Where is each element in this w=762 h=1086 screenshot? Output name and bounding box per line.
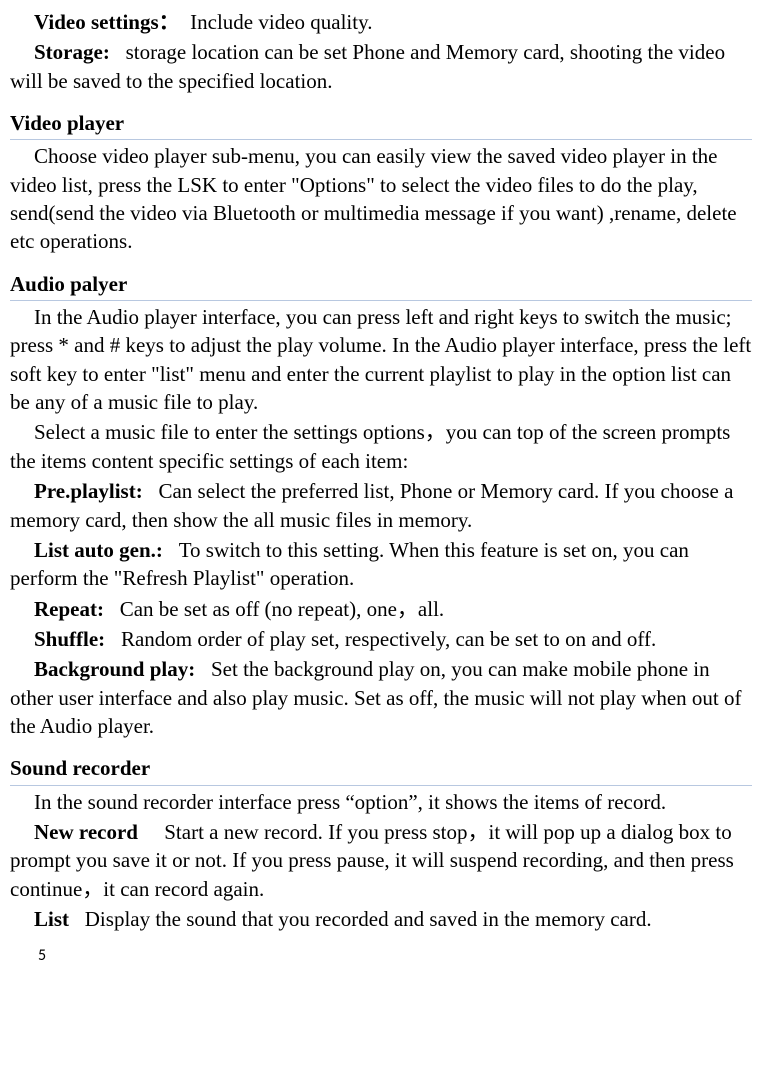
- repeat-label: Repeat:: [34, 597, 104, 621]
- new-record-label: New record: [34, 820, 138, 844]
- list-text: Display the sound that you recorded and …: [85, 907, 652, 931]
- storage-line: Storage: storage location can be set Pho…: [10, 38, 752, 95]
- video-player-heading: Video player: [10, 109, 752, 140]
- storage-label: Storage:: [34, 40, 110, 64]
- video-settings-label: Video settings：: [34, 10, 180, 34]
- list-auto-gen-line: List auto gen.: To switch to this settin…: [10, 536, 752, 593]
- shuffle-text: Random order of play set, respectively, …: [121, 627, 656, 651]
- new-record-line: New record Start a new record. If you pr…: [10, 818, 752, 903]
- repeat-text: Can be set as off (no repeat), one，all.: [120, 597, 444, 621]
- list-auto-gen-label: List auto gen.:: [34, 538, 163, 562]
- repeat-line: Repeat: Can be set as off (no repeat), o…: [10, 595, 752, 623]
- video-settings-line: Video settings： Include video quality.: [10, 8, 752, 36]
- shuffle-line: Shuffle: Random order of play set, respe…: [10, 625, 752, 653]
- video-settings-text: Include video quality.: [190, 10, 372, 34]
- audio-player-para1: In the Audio player interface, you can p…: [10, 303, 752, 416]
- background-play-line: Background play: Set the background play…: [10, 655, 752, 740]
- sound-recorder-para: In the sound recorder interface press “o…: [10, 788, 752, 816]
- background-play-label: Background play:: [34, 657, 195, 681]
- audio-player-para2: Select a music file to enter the setting…: [10, 418, 752, 475]
- shuffle-label: Shuffle:: [34, 627, 105, 651]
- sound-recorder-heading: Sound recorder: [10, 754, 752, 785]
- list-line: List Display the sound that you recorded…: [10, 905, 752, 933]
- list-label: List: [34, 907, 69, 931]
- storage-text: storage location can be set Phone and Me…: [10, 40, 725, 92]
- audio-player-heading: Audio palyer: [10, 270, 752, 301]
- pre-playlist-label: Pre.playlist:: [34, 479, 143, 503]
- page-number: 5: [38, 945, 752, 967]
- pre-playlist-line: Pre.playlist: Can select the preferred l…: [10, 477, 752, 534]
- video-player-para: Choose video player sub-menu, you can ea…: [10, 142, 752, 255]
